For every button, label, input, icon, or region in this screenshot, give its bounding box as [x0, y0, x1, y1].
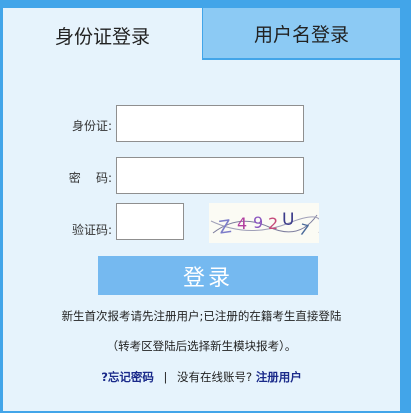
id-label: 身份证: — [71, 119, 112, 133]
notice-line-1: 新生首次报考请先注册用户;已注册的在籍考生直接登陆 — [61, 309, 342, 323]
svg-text:U: U — [282, 210, 294, 230]
password-input[interactable] — [116, 157, 304, 194]
password-label: 密 码: — [68, 171, 112, 185]
footer-links: ?忘记密码 | 没有在线账号? 注册用户 — [3, 369, 400, 385]
register-link[interactable]: 注册用户 — [256, 370, 302, 384]
tab-id-login-label: 身份证登录 — [54, 25, 150, 48]
svg-text:2: 2 — [268, 214, 278, 233]
login-button[interactable]: 登录 — [98, 256, 318, 295]
captcha-input[interactable] — [116, 203, 184, 240]
captcha-image[interactable]: Z 4 9 2 U 7 — [209, 203, 322, 243]
notice-line-2: （转考区登陆后选择新生模块报考）。 — [106, 339, 297, 353]
tab-username-login[interactable]: 用户名登录 — [203, 8, 400, 60]
login-button-label: 登录 — [182, 265, 233, 291]
captcha-label: 验证码: — [71, 223, 112, 237]
svg-text:4: 4 — [237, 214, 247, 233]
id-input[interactable] — [116, 105, 304, 142]
tab-id-login[interactable]: 身份证登录 — [3, 8, 202, 62]
captcha-graphic: Z 4 9 2 U 7 — [209, 203, 322, 243]
link-separator: | — [163, 370, 168, 384]
svg-text:9: 9 — [253, 213, 263, 232]
no-account-text: 没有在线账号? — [177, 370, 253, 384]
tab-username-login-label: 用户名登录 — [253, 23, 349, 46]
forgot-password-link[interactable]: ?忘记密码 — [101, 370, 154, 384]
